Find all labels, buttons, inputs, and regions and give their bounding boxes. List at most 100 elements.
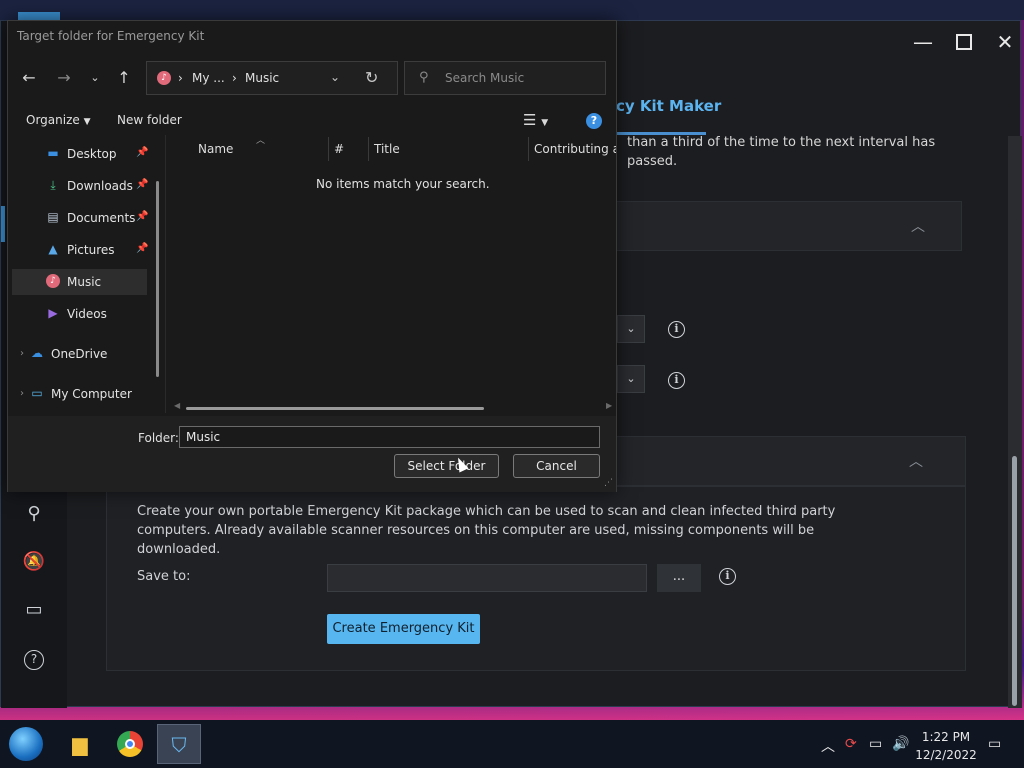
pictures-icon: ▲ (48, 242, 58, 256)
app-page-title: cy Kit Maker (616, 97, 722, 115)
nav-item-onedrive[interactable]: ☁ OneDrive (0, 341, 131, 367)
organize-menu[interactable]: Organize ▼ (26, 113, 91, 127)
close-button[interactable]: ✕ (987, 31, 1023, 53)
dropdown-1[interactable]: ⌄ (617, 315, 645, 343)
column-separator[interactable] (328, 137, 329, 161)
security-app-taskbar-button[interactable]: ⛉ (157, 724, 201, 764)
navigation-scrollbar[interactable] (156, 181, 159, 377)
column-header-name[interactable]: Name (198, 142, 233, 156)
help-icon[interactable]: ? (21, 645, 47, 671)
nav-label: My Computer (51, 387, 132, 401)
dialog-footer: Folder: Music Select Folder Cancel ⋰ (8, 416, 616, 492)
navigation-pane: ▬ Desktop 📌 ⤓ Downloads 📌 ▤ Documents 📌 … (8, 135, 165, 413)
search-box[interactable]: ⚲ Search Music (404, 61, 606, 95)
resize-grip-icon[interactable]: ⋰ (604, 478, 613, 488)
nav-item-desktop[interactable]: ▬ Desktop 📌 (12, 141, 148, 167)
column-separator[interactable] (528, 137, 529, 161)
nav-item-music[interactable]: ♪ Music (12, 269, 147, 295)
windows-logo-icon (9, 727, 43, 761)
scroll-right-icon[interactable]: ▶ (606, 401, 612, 410)
folder-label: Folder: (138, 431, 179, 445)
address-bar[interactable]: ♪ › My ... › Music ⌄ ↻ (146, 61, 398, 95)
chevron-up-icon[interactable]: ︿ (911, 216, 925, 236)
up-arrow-icon[interactable]: ↑ (113, 67, 135, 89)
folder-icon: ▆ (72, 732, 88, 756)
info-icon[interactable]: i (668, 372, 685, 389)
nav-item-videos[interactable]: ▶ Videos (12, 301, 147, 327)
emergency-kit-description: Create your own portable Emergency Kit p… (137, 504, 836, 557)
pane-divider (165, 135, 166, 413)
nav-label: Music (67, 275, 102, 289)
documents-icon: ▤ (47, 210, 59, 224)
horizontal-scrollbar-thumb[interactable] (186, 407, 484, 410)
sync-alert-icon[interactable]: ⟳ (845, 736, 857, 752)
help-icon[interactable]: ? (586, 113, 602, 129)
music-icon: ♪ (157, 71, 171, 85)
save-to-input[interactable] (327, 564, 647, 592)
dropdown-2[interactable]: ⌄ (617, 365, 645, 393)
nav-label: Videos (67, 307, 107, 321)
browse-button[interactable]: ... (657, 564, 701, 592)
pin-icon[interactable]: 📌 (136, 179, 148, 190)
pin-icon[interactable]: 📌 (136, 147, 148, 158)
breadcrumb-my[interactable]: My ... (192, 71, 225, 85)
nav-item-documents[interactable]: ▤ Documents 📌 (12, 205, 148, 231)
chrome-taskbar-button[interactable] (108, 724, 152, 764)
chevron-down-icon: ▼ (83, 117, 91, 127)
select-folder-button[interactable]: Select Folder (394, 454, 499, 478)
organize-label: Organize (26, 113, 80, 127)
dialog-title: Target folder for Emergency Kit (17, 29, 205, 43)
downloads-icon: ⤓ (50, 178, 56, 192)
network-icon[interactable]: ⚲ (21, 501, 47, 527)
shield-icon: ⛉ (171, 733, 187, 757)
videos-icon: ▶ (48, 306, 58, 320)
show-hidden-icons-chevron-icon[interactable]: ︿ (821, 736, 835, 756)
notifications-icon[interactable]: ▭ (988, 736, 1001, 752)
minimize-button[interactable]: — (905, 31, 941, 53)
recent-locations-chevron-icon[interactable]: ⌄ (84, 67, 106, 89)
refresh-icon[interactable]: ↻ (365, 68, 378, 87)
start-button[interactable] (4, 724, 48, 764)
clock-date: 12/2/2022 (915, 748, 977, 762)
folder-picker-dialog: Target folder for Emergency Kit ← → ⌄ ↑ … (7, 20, 617, 492)
file-explorer-taskbar-button[interactable]: ▆ (58, 724, 102, 764)
column-header-contributing-artists[interactable]: Contributing ar (534, 142, 616, 156)
new-folder-button[interactable]: New folder (117, 113, 182, 127)
column-header-title[interactable]: Title (374, 142, 400, 156)
info-icon[interactable]: i (719, 568, 736, 585)
maximize-button[interactable] (946, 31, 982, 53)
notifications-off-icon[interactable]: 🔕 (21, 549, 47, 575)
system-clock[interactable]: 1:22 PM 12/2/2022 (906, 728, 986, 764)
pin-icon[interactable]: 📌 (136, 243, 148, 254)
interval-description: than a third of the time to the next int… (627, 135, 936, 169)
chevron-up-icon[interactable]: ︿ (909, 451, 923, 471)
create-emergency-kit-button[interactable]: Create Emergency Kit (327, 614, 480, 644)
forward-arrow-icon[interactable]: → (53, 67, 75, 89)
scroll-left-icon[interactable]: ◀ (174, 401, 180, 410)
back-arrow-icon[interactable]: ← (18, 67, 40, 89)
app-scrollbar[interactable] (1008, 136, 1022, 708)
column-separator[interactable] (368, 137, 369, 161)
nav-item-my-computer[interactable]: ▭ My Computer (0, 381, 146, 407)
nav-item-downloads[interactable]: ⤓ Downloads 📌 (12, 173, 148, 199)
search-icon: ⚲ (419, 70, 429, 85)
info-icon[interactable]: i (668, 321, 685, 338)
sort-ascending-icon: ︿ (256, 136, 266, 146)
column-header-number[interactable]: # (334, 142, 344, 156)
chrome-icon (117, 731, 143, 757)
cancel-button[interactable]: Cancel (513, 454, 600, 478)
breadcrumb-separator: › (178, 71, 183, 85)
network-icon[interactable]: ▭ (869, 736, 882, 752)
folder-input[interactable]: Music (179, 426, 600, 448)
nav-item-pictures[interactable]: ▲ Pictures 📌 (12, 237, 148, 263)
view-options-icon[interactable]: ☰ ▼ (523, 111, 548, 129)
onedrive-icon: ☁ (31, 346, 43, 360)
address-history-chevron-icon[interactable]: ⌄ (330, 70, 340, 84)
clock-time: 1:22 PM (921, 730, 971, 744)
scrollbar-thumb[interactable] (1012, 456, 1017, 706)
breadcrumb-music[interactable]: Music (245, 71, 279, 85)
chat-icon[interactable]: ▭ (21, 597, 47, 623)
taskbar: ▆ ⛉ ︿ ⟳ ▭ 🔊 1:22 PM 12/2/2022 ▭ (0, 720, 1024, 768)
computer-icon: ▭ (31, 386, 43, 400)
pin-icon[interactable]: 📌 (136, 211, 148, 222)
